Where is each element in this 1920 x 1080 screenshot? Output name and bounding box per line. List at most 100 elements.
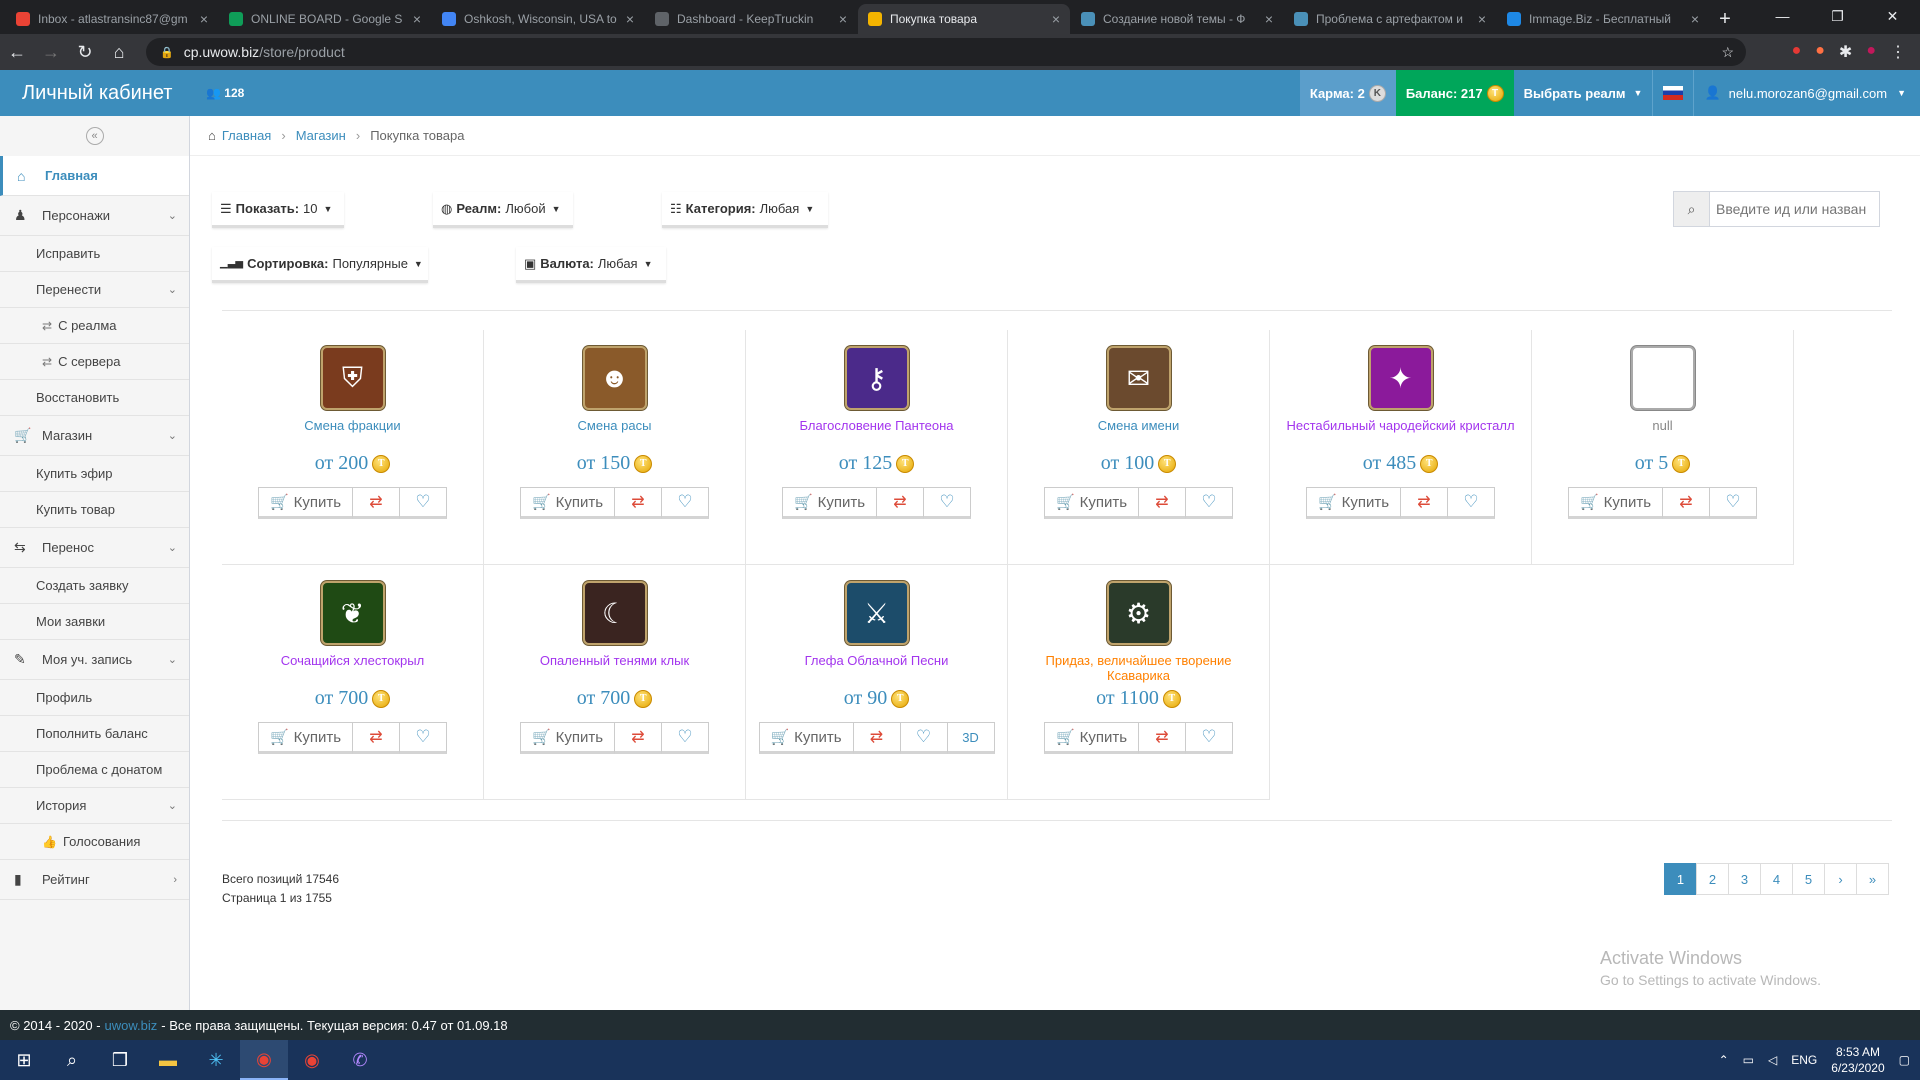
buy-button[interactable]: 🛒 Купить bbox=[1568, 487, 1663, 519]
product-icon[interactable]: ❦ bbox=[320, 581, 385, 645]
realm-dropdown[interactable]: Выбрать реалм ▼ bbox=[1513, 70, 1653, 116]
product-name[interactable]: Нестабильный чародейский кристалл bbox=[1270, 418, 1531, 448]
sidebar-item-2[interactable]: Исправить bbox=[0, 236, 189, 272]
buy-button[interactable]: 🛒 Купить bbox=[258, 722, 353, 754]
sidebar-item-3[interactable]: Перенести ⌄ bbox=[0, 272, 189, 308]
karma-badge[interactable]: Карма: 2K bbox=[1299, 70, 1396, 116]
address-bar[interactable]: 🔒 cp.uwow.biz /store/product ☆ bbox=[146, 38, 1746, 66]
page-button[interactable]: 3 bbox=[1728, 863, 1761, 895]
sidebar-item-9[interactable]: Купить товар bbox=[0, 492, 189, 528]
browser-tab[interactable]: Immage.Biz - Бесплатный × bbox=[1497, 4, 1709, 34]
sidebar-item-6[interactable]: Восстановить bbox=[0, 380, 189, 416]
product-name[interactable]: Благословение Пантеона bbox=[746, 418, 1007, 448]
favorite-button[interactable]: ♡ bbox=[662, 487, 709, 519]
restore-button[interactable]: ❐ bbox=[1810, 0, 1865, 32]
product-name[interactable]: null bbox=[1532, 418, 1793, 448]
product-name[interactable]: Смена расы bbox=[484, 418, 745, 448]
favorite-button[interactable]: ♡ bbox=[1186, 487, 1233, 519]
bookmark-star-icon[interactable]: ☆ bbox=[1721, 44, 1734, 61]
extension-icon[interactable]: ● bbox=[1815, 42, 1825, 62]
page-button[interactable]: 5 bbox=[1792, 863, 1825, 895]
product-icon[interactable]: ⚷ bbox=[844, 346, 909, 410]
exchange-button[interactable]: ⇄ bbox=[353, 487, 400, 519]
puzzle-icon[interactable]: ✱ bbox=[1839, 42, 1852, 62]
sidebar-item-18[interactable]: 👍 Голосования bbox=[0, 824, 189, 860]
exchange-button[interactable]: ⇄ bbox=[853, 722, 901, 754]
chrome-icon[interactable]: ◉ bbox=[288, 1040, 336, 1080]
show-count-dropdown[interactable]: ☰ Показать: 10 ▼ bbox=[212, 192, 344, 228]
favorite-button[interactable]: ♡ bbox=[900, 722, 948, 754]
collapse-icon[interactable]: « bbox=[85, 127, 104, 145]
sidebar-item-1[interactable]: ♟ Персонажи ⌄ bbox=[0, 196, 189, 236]
sidebar-item-8[interactable]: Купить эфир bbox=[0, 456, 189, 492]
search-input[interactable] bbox=[1710, 192, 1878, 226]
buy-button[interactable]: 🛒 Купить bbox=[520, 722, 615, 754]
network-icon[interactable]: ▭ bbox=[1743, 1053, 1754, 1067]
product-icon[interactable] bbox=[1630, 346, 1695, 410]
browser-tab[interactable]: Покупка товара × bbox=[858, 4, 1070, 34]
minimize-button[interactable]: — bbox=[1755, 0, 1810, 32]
buy-button[interactable]: 🛒 Купить bbox=[1044, 487, 1139, 519]
favorite-button[interactable]: ♡ bbox=[924, 487, 971, 519]
volume-icon[interactable]: ◁ bbox=[1768, 1053, 1777, 1067]
close-tab-icon[interactable]: × bbox=[1052, 11, 1060, 27]
exchange-button[interactable]: ⇄ bbox=[1139, 722, 1186, 754]
profile-avatar[interactable]: ● bbox=[1866, 42, 1876, 62]
browser-tab[interactable]: Inbox - atlastransinc87@gm × bbox=[6, 4, 218, 34]
category-filter-dropdown[interactable]: ☷ Категория: Любая ▼ bbox=[662, 192, 828, 228]
browser-tab[interactable]: Проблема с артефактом и × bbox=[1284, 4, 1496, 34]
windows-start-icon[interactable]: ⊞ bbox=[0, 1040, 48, 1080]
browser-tab[interactable]: Dashboard - KeepTruckin × bbox=[645, 4, 857, 34]
user-menu[interactable]: 👤 nelu.morozan6@gmail.com ▼ bbox=[1694, 70, 1920, 116]
product-icon[interactable]: ☻ bbox=[582, 346, 647, 410]
favorite-button[interactable]: ♡ bbox=[1186, 722, 1233, 754]
product-icon[interactable]: ⚔ bbox=[844, 581, 909, 645]
sidebar-item-15[interactable]: Пополнить баланс bbox=[0, 716, 189, 752]
site-logo[interactable]: Личный кабинет bbox=[0, 82, 200, 105]
close-tab-icon[interactable]: × bbox=[200, 11, 208, 27]
close-window-button[interactable]: ✕ bbox=[1865, 0, 1920, 32]
close-tab-icon[interactable]: × bbox=[1265, 11, 1273, 27]
sidebar-item-14[interactable]: Профиль bbox=[0, 680, 189, 716]
favorite-button[interactable]: ♡ bbox=[400, 722, 447, 754]
sidebar-item-10[interactable]: ⇆ Перенос ⌄ bbox=[0, 528, 189, 568]
product-name[interactable]: Глефа Облачной Песни bbox=[746, 653, 1007, 683]
page-button[interactable]: › bbox=[1824, 863, 1857, 895]
search-icon[interactable]: ⌕ bbox=[48, 1040, 96, 1080]
browser-tab[interactable]: Oshkosh, Wisconsin, USA to × bbox=[432, 4, 644, 34]
product-name[interactable]: Придаз, величайшее творение Ксаварика bbox=[1008, 653, 1269, 683]
close-tab-icon[interactable]: × bbox=[413, 11, 421, 27]
extension-icon[interactable]: ● bbox=[1792, 42, 1802, 62]
page-button[interactable]: » bbox=[1856, 863, 1889, 895]
language-indicator[interactable]: ENG bbox=[1791, 1053, 1817, 1067]
breadcrumb-home[interactable]: Главная bbox=[222, 128, 271, 143]
sidebar-item-11[interactable]: Создать заявку bbox=[0, 568, 189, 604]
sidebar-item-13[interactable]: ✎ Моя уч. запись ⌄ bbox=[0, 640, 189, 680]
view-3d-button[interactable]: 3D bbox=[947, 722, 995, 754]
page-button[interactable]: 2 bbox=[1696, 863, 1729, 895]
realm-filter-dropdown[interactable]: ◍ Реалм: Любой ▼ bbox=[433, 192, 573, 228]
home-icon[interactable]: ⌂ bbox=[102, 35, 136, 69]
buy-button[interactable]: 🛒 Купить bbox=[520, 487, 615, 519]
file-explorer-icon[interactable]: ▬ bbox=[144, 1040, 192, 1080]
new-tab-button[interactable]: + bbox=[1710, 4, 1740, 34]
sidebar-item-19[interactable]: ▮ Рейтинг › bbox=[0, 860, 189, 900]
close-tab-icon[interactable]: × bbox=[1478, 11, 1486, 27]
sidebar-item-12[interactable]: Мои заявки bbox=[0, 604, 189, 640]
favorite-button[interactable]: ♡ bbox=[400, 487, 447, 519]
close-tab-icon[interactable]: × bbox=[626, 11, 634, 27]
product-icon[interactable]: ⚙ bbox=[1106, 581, 1171, 645]
product-icon[interactable]: ⛨ bbox=[320, 346, 385, 410]
back-icon[interactable]: ← bbox=[0, 35, 34, 69]
product-icon[interactable]: ✦ bbox=[1368, 346, 1433, 410]
exchange-button[interactable]: ⇄ bbox=[615, 487, 662, 519]
exchange-button[interactable]: ⇄ bbox=[877, 487, 924, 519]
product-icon[interactable]: ☾ bbox=[582, 581, 647, 645]
close-tab-icon[interactable]: × bbox=[1691, 11, 1699, 27]
clock[interactable]: 8:53 AM 6/23/2020 bbox=[1831, 1044, 1884, 1076]
buy-button[interactable]: 🛒 Купить bbox=[258, 487, 353, 519]
product-name[interactable]: Смена фракции bbox=[222, 418, 483, 448]
chrome-icon[interactable]: ◉ bbox=[240, 1040, 288, 1080]
exchange-button[interactable]: ⇄ bbox=[1401, 487, 1448, 519]
buy-button[interactable]: 🛒 Купить bbox=[1044, 722, 1139, 754]
